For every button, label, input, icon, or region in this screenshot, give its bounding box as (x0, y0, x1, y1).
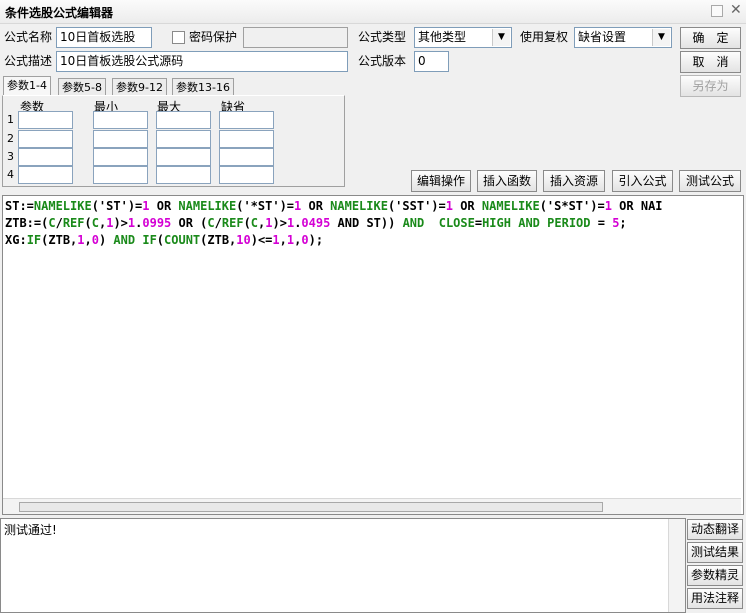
param-row-number: 3 (7, 150, 14, 163)
ok-button[interactable]: 确 定 (680, 27, 741, 49)
param-row-number: 2 (7, 132, 14, 145)
cancel-button[interactable]: 取 消 (680, 51, 741, 73)
password-label: 密码保护 (189, 30, 238, 44)
param-1-name[interactable] (18, 111, 73, 129)
insert-resource-button[interactable]: 插入资源 (543, 170, 605, 192)
param-wizard-button[interactable]: 参数精灵 (687, 565, 743, 586)
formula-type-select[interactable]: 其他类型 ▼ (414, 27, 512, 48)
param-4-max[interactable] (156, 166, 211, 184)
close-icon[interactable]: ✕ (730, 2, 742, 18)
param-4-default[interactable] (219, 166, 274, 184)
reuse-value: 缺省设置 (578, 30, 627, 44)
code-line: ST:=NAMELIKE('ST')=1 OR NAMELIKE('*ST')=… (5, 199, 663, 213)
param-row-number: 4 (7, 168, 14, 181)
chevron-down-icon: ▼ (492, 29, 510, 46)
edit-ops-button[interactable]: 编辑操作 (411, 170, 471, 192)
param-4-name[interactable] (18, 166, 73, 184)
chevron-down-icon: ▼ (652, 29, 670, 46)
param-1-max[interactable] (156, 111, 211, 129)
horizontal-scrollbar[interactable] (3, 498, 741, 514)
param-1-default[interactable] (219, 111, 274, 129)
param-2-min[interactable] (93, 130, 148, 148)
password-input[interactable] (243, 27, 348, 48)
title-bar: 条件选股公式编辑器 ✕ (0, 0, 746, 24)
save-as-button[interactable]: 另存为 (680, 75, 741, 97)
code-line: XG:IF(ZTB,1,0) AND IF(COUNT(ZTB,10)<=1,1… (5, 233, 324, 247)
formula-name-input[interactable]: 10日首板选股 (56, 27, 152, 48)
param-4-min[interactable] (93, 166, 148, 184)
usage-notes-button[interactable]: 用法注释 (687, 588, 743, 609)
output-text: 测试通过! (4, 523, 57, 537)
param-2-default[interactable] (219, 130, 274, 148)
dynamic-translate-button[interactable]: 动态翻译 (687, 519, 743, 540)
tab-params-1-4[interactable]: 参数1-4 (3, 76, 51, 97)
output-panel[interactable]: 测试通过! (0, 518, 686, 613)
formula-version-input[interactable]: 0 (414, 51, 449, 72)
scrollbar-thumb[interactable] (19, 502, 603, 512)
test-formula-button[interactable]: 测试公式 (679, 170, 741, 192)
reuse-select[interactable]: 缺省设置 ▼ (574, 27, 672, 48)
formula-type-label: 公式类型 (358, 30, 407, 44)
formula-desc-label: 公式描述 (4, 54, 53, 68)
vertical-scrollbar[interactable] (668, 519, 685, 612)
password-checkbox[interactable] (172, 31, 185, 44)
code-editor[interactable]: ST:=NAMELIKE('ST')=1 OR NAMELIKE('*ST')=… (2, 195, 744, 515)
code-line: ZTB:=(C/REF(C,1)>1.0995 OR (C/REF(C,1)>1… (5, 216, 627, 230)
param-3-min[interactable] (93, 148, 148, 166)
test-result-button[interactable]: 测试结果 (687, 542, 743, 563)
formula-desc-input[interactable]: 10日首板选股公式源码 (56, 51, 348, 72)
import-formula-button[interactable]: 引入公式 (612, 170, 673, 192)
maximize-icon[interactable] (711, 5, 723, 17)
param-2-max[interactable] (156, 130, 211, 148)
reuse-label: 使用复权 (520, 30, 569, 44)
formula-type-value: 其他类型 (418, 30, 467, 44)
param-row-number: 1 (7, 113, 14, 126)
insert-function-button[interactable]: 插入函数 (477, 170, 537, 192)
param-1-min[interactable] (93, 111, 148, 129)
param-3-default[interactable] (219, 148, 274, 166)
window-title: 条件选股公式编辑器 (5, 6, 114, 20)
formula-version-label: 公式版本 (358, 54, 407, 68)
param-3-name[interactable] (18, 148, 73, 166)
param-3-max[interactable] (156, 148, 211, 166)
param-2-name[interactable] (18, 130, 73, 148)
formula-name-label: 公式名称 (4, 30, 53, 44)
